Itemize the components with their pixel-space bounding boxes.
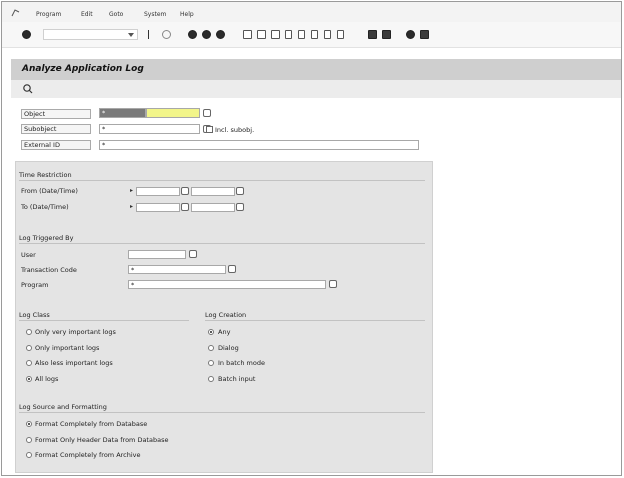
save-disk-icon[interactable] [162,30,171,39]
back-icon[interactable] [188,30,197,39]
program-label: Program [21,281,49,289]
object-input-extension[interactable] [146,108,200,118]
log-triggered-by-title: Log Triggered By [19,234,74,242]
last-page-icon[interactable] [324,30,331,39]
previous-page-icon[interactable] [298,30,305,39]
transaction-code-value-help-icon[interactable] [228,265,236,273]
shortcut-icon[interactable] [368,30,377,39]
next-page-icon[interactable] [311,30,318,39]
from-date-input[interactable] [136,187,180,196]
layout-menu-icon[interactable] [382,30,391,39]
program-input[interactable]: * [128,280,326,289]
to-time-value-help-icon[interactable] [236,203,244,211]
help-icon[interactable] [406,30,415,39]
log-triggered-by-divider [19,243,425,244]
page-title: Analyze Application Log [22,64,144,74]
first-page-icon[interactable] [285,30,292,39]
transaction-code-label: Transaction Code [21,266,77,274]
log-source-option-label: Format Only Header Data from Database [35,436,169,444]
log-class-option-label: All logs [35,375,59,383]
log-class-radio-very-important[interactable] [26,329,32,335]
time-restriction-divider [19,180,425,181]
log-source-radio-database[interactable] [26,421,32,427]
log-source-divider [19,412,425,413]
create-session-icon[interactable] [337,30,344,39]
log-class-option-label: Also less important logs [35,359,113,367]
log-creation-radio-any[interactable] [208,329,214,335]
include-subobjects-checkbox[interactable] [206,126,213,133]
from-date-prefix-icon: ▸ [130,187,134,194]
print-icon[interactable] [243,30,252,39]
log-creation-option-label: Dialog [218,344,239,352]
log-class-option-label: Only important logs [35,344,100,352]
log-source-option-label: Format Completely from Archive [35,451,141,459]
subobject-input[interactable]: * [99,124,200,134]
include-subobjects-label: Incl. subobj. [215,126,255,134]
log-source-option-label: Format Completely from Database [35,420,148,428]
program-value-help-icon[interactable] [329,280,337,288]
menu-program[interactable]: Program [36,11,61,18]
log-creation-option-label: Batch input [218,375,256,383]
from-datetime-label: From (Date/Time) [21,187,78,195]
application-toolbar [11,80,621,98]
to-datetime-label: To (Date/Time) [21,203,69,211]
from-date-value-help-icon[interactable] [181,187,189,195]
log-creation-radio-dialog[interactable] [208,345,214,351]
enter-icon[interactable] [22,30,31,39]
to-date-prefix-icon: ▸ [130,203,134,210]
customize-icon[interactable] [420,30,429,39]
user-label: User [21,251,36,259]
log-creation-title: Log Creation [205,311,247,319]
exit-icon[interactable] [202,30,211,39]
menu-bar: Program Edit Goto System Help [2,2,621,22]
object-value-help-icon[interactable] [203,109,211,117]
time-restriction-title: Time Restriction [19,171,72,179]
command-dropdown-icon[interactable] [128,33,134,37]
log-class-title: Log Class [19,311,50,319]
menu-goto[interactable]: Goto [109,11,123,18]
log-creation-option-label: In batch mode [218,359,265,367]
find-icon[interactable] [257,30,266,39]
subobject-label: Subobject [21,124,91,134]
log-creation-radio-batch-input[interactable] [208,376,214,382]
menu-system[interactable]: System [144,11,166,18]
log-class-divider [19,320,189,321]
log-creation-divider [205,320,425,321]
find-next-icon[interactable] [271,30,280,39]
menu-edit[interactable]: Edit [81,11,93,18]
log-creation-radio-batch-mode[interactable] [208,360,214,366]
save-icon[interactable] [148,30,153,39]
transaction-code-input[interactable]: * [128,265,226,274]
standard-toolbar [2,22,621,48]
object-input[interactable]: * [99,108,146,118]
to-time-input[interactable] [191,203,235,212]
log-class-radio-important[interactable] [26,345,32,351]
cancel-icon[interactable] [216,30,225,39]
command-field[interactable] [43,29,138,40]
external-id-label: External ID [21,140,91,150]
log-source-title: Log Source and Formatting [19,403,107,411]
external-id-input[interactable]: * [99,140,419,150]
from-time-input[interactable] [191,187,235,196]
from-time-value-help-icon[interactable] [236,187,244,195]
log-class-radio-all[interactable] [26,376,32,382]
log-creation-option-label: Any [218,328,231,336]
window-menu-icon[interactable] [11,9,20,17]
user-value-help-icon[interactable] [189,250,197,258]
user-input[interactable] [128,250,186,259]
execute-icon[interactable] [23,83,33,94]
log-source-radio-archive[interactable] [26,452,32,458]
to-date-value-help-icon[interactable] [181,203,189,211]
log-class-option-label: Only very important logs [35,328,116,336]
to-date-input[interactable] [136,203,180,212]
title-bar: Analyze Application Log [11,59,621,80]
selection-panel: Time Restriction From (Date/Time) ▸ To (… [15,161,433,473]
log-source-radio-header-only[interactable] [26,437,32,443]
menu-help[interactable]: Help [180,11,194,18]
log-class-radio-less-important[interactable] [26,360,32,366]
object-label: Object [21,109,91,119]
window-frame: Program Edit Goto System Help Analyze Ap… [1,1,622,476]
